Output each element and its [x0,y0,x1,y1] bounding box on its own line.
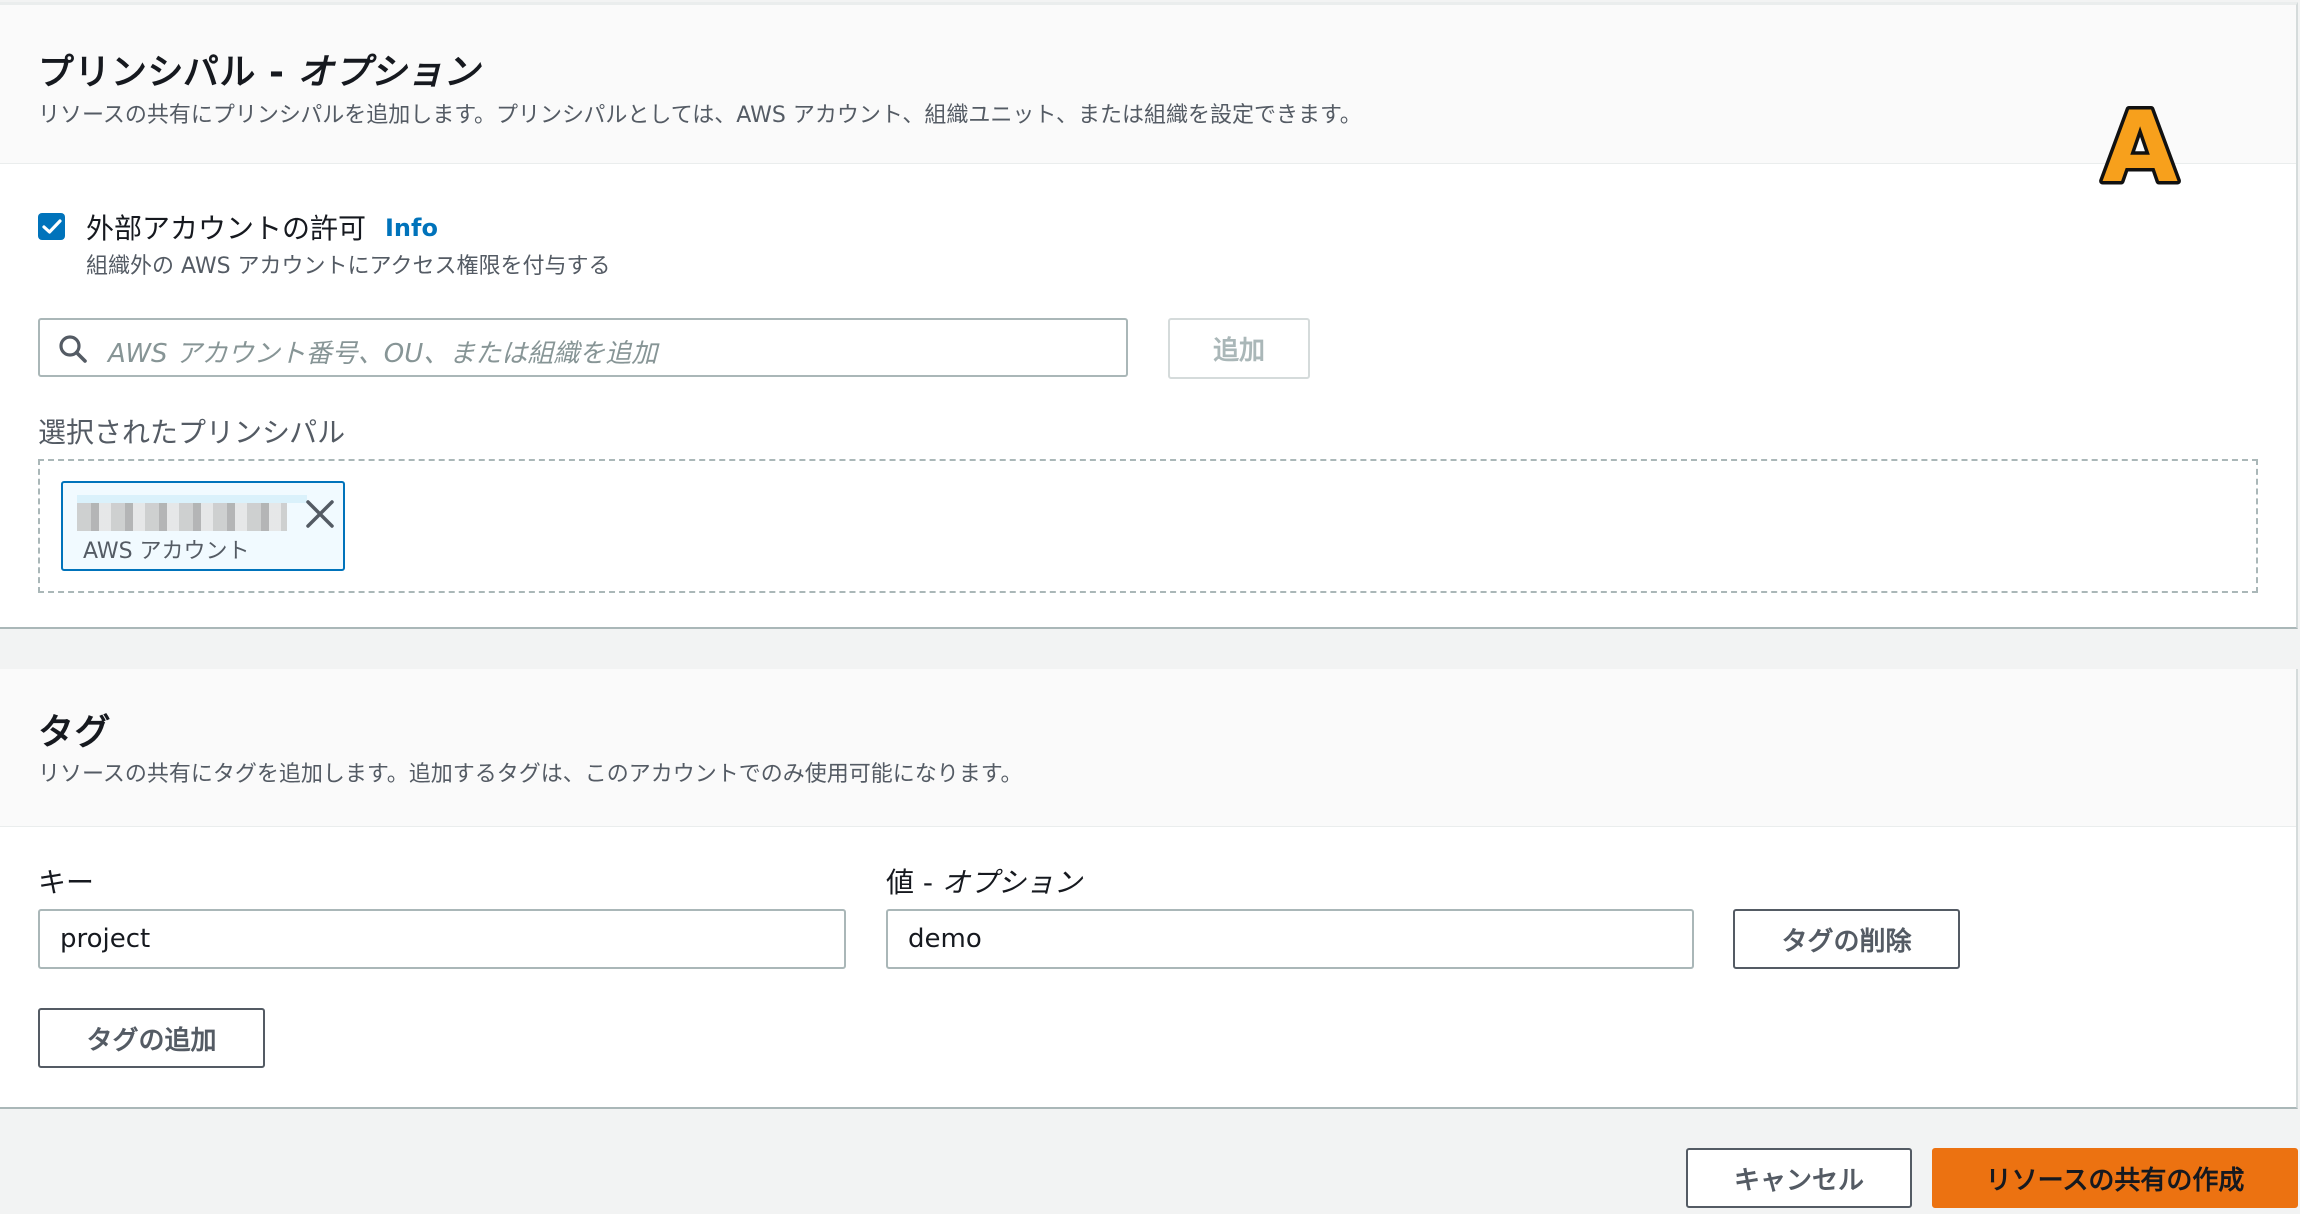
tag-value-input[interactable] [886,909,1694,969]
selected-principals-label: 選択されたプリンシパル [38,416,346,449]
add-principal-button[interactable]: 追加 [1168,318,1310,379]
principal-panel-description: リソースの共有にプリンシパルを追加します。プリンシパルとしては、AWS アカウン… [38,103,1362,128]
add-tag-button[interactable]: タグの追加 [38,1008,265,1068]
search-placeholder: AWS アカウント番号、OU、または組織を追加 [108,339,658,369]
principal-token: AWS アカウント [61,481,345,571]
principal-panel-title: プリンシパル - オプション [38,52,480,93]
info-link[interactable]: Info [385,214,438,242]
cancel-button[interactable]: キャンセル [1686,1148,1912,1208]
principal-account-id-redacted [77,495,307,531]
allow-external-description: 組織外の AWS アカウントにアクセス権限を付与する [86,254,611,279]
tags-panel-description: リソースの共有にタグを追加します。追加するタグは、このアカウントでのみ使用可能に… [38,762,1023,787]
principal-panel-header: プリンシパル - オプション リソースの共有にプリンシパルを追加します。プリンシ… [0,5,2296,164]
create-resource-share-button[interactable]: リソースの共有の作成 [1932,1148,2298,1208]
checkmark-icon [41,218,62,234]
principal-search-input[interactable]: AWS アカウント番号、OU、または組織を追加 [38,318,1128,377]
search-icon [59,335,87,363]
annotation-badge-a: A [2099,95,2182,195]
allow-external-label[interactable]: 外部アカウントの許可 [86,207,366,247]
close-icon[interactable] [303,497,337,531]
tags-panel: タグ リソースの共有にタグを追加します。追加するタグは、このアカウントでのみ使用… [0,669,2298,1109]
tag-value-label: 値 - オプション [886,866,1082,899]
tag-key-label: キー [38,866,95,899]
selected-principals-area: AWS アカウント [38,459,2258,593]
principal-panel: プリンシパル - オプション リソースの共有にプリンシパルを追加します。プリンシ… [0,2,2298,629]
principal-token-type: AWS アカウント [83,539,250,564]
tag-key-input[interactable] [38,909,846,969]
tags-panel-header: タグ リソースの共有にタグを追加します。追加するタグは、このアカウントでのみ使用… [0,669,2296,827]
annotation-badge-letter: A [2102,95,2178,195]
tags-panel-title: タグ [38,712,112,753]
remove-tag-button[interactable]: タグの削除 [1733,909,1960,969]
allow-external-checkbox[interactable] [38,213,65,240]
